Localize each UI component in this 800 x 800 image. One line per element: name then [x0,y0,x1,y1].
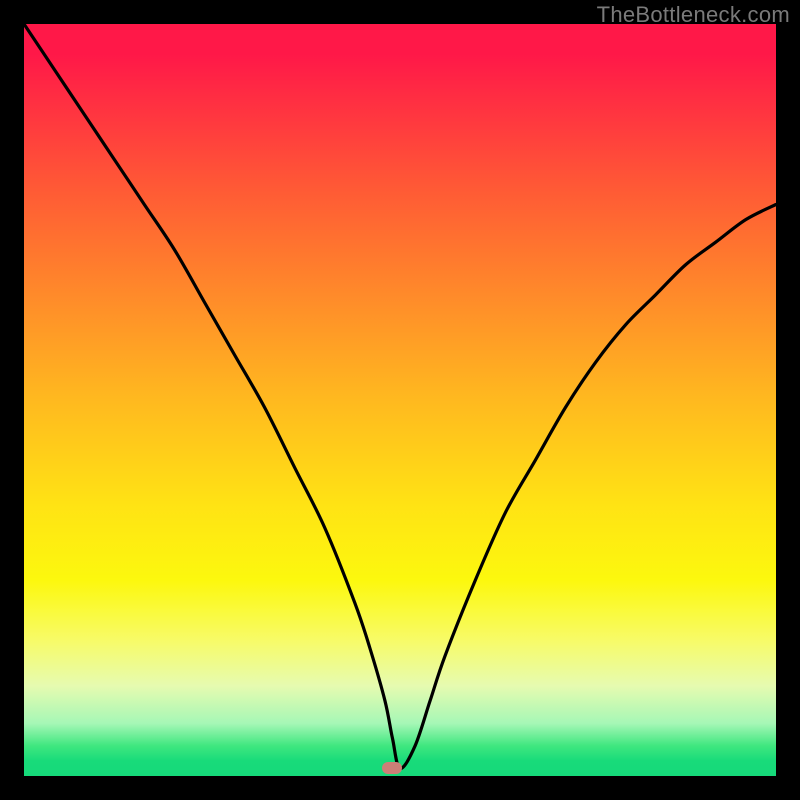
minimum-marker [382,762,402,774]
plot-area [24,24,776,776]
chart-frame: TheBottleneck.com [0,0,800,800]
bottleneck-curve [24,24,776,776]
watermark-text: TheBottleneck.com [597,2,790,28]
